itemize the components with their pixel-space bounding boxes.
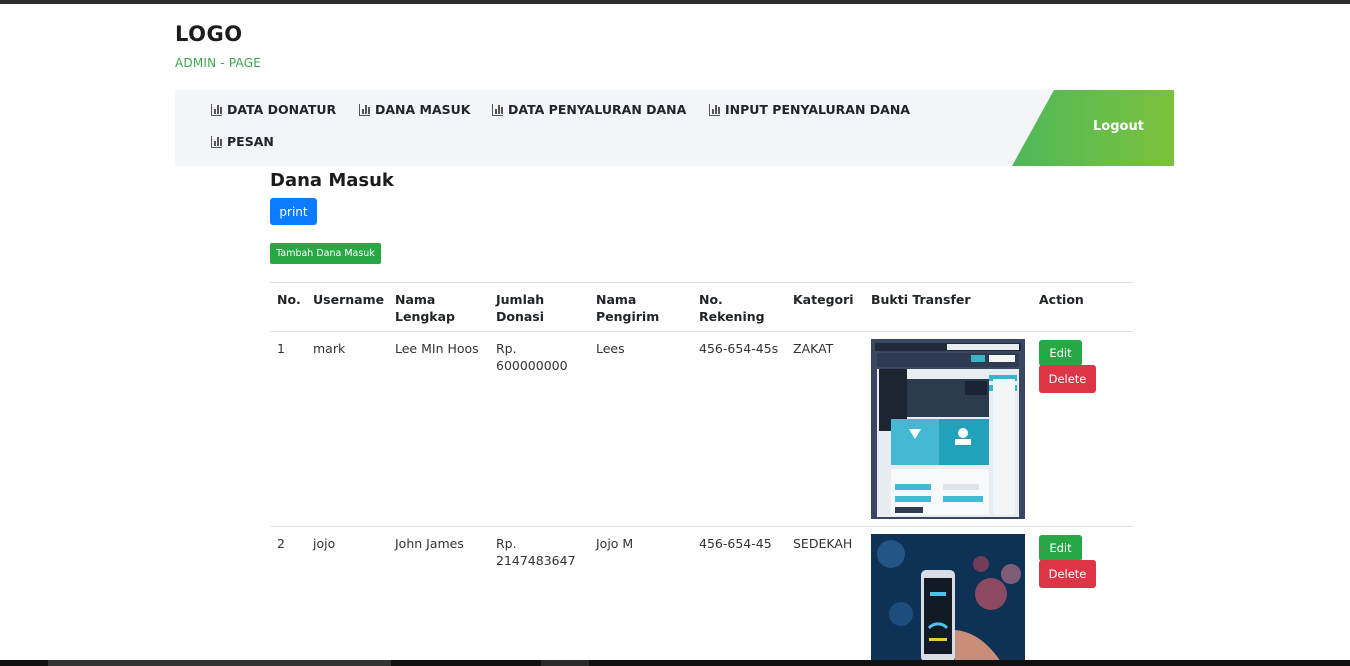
cell-no-rekening: 456-654-45s [699,341,779,356]
bar-chart-icon [211,103,222,116]
row-separator [270,526,1133,527]
scroll-segment [48,660,391,666]
cell-no: 1 [277,341,285,356]
dashboard-screenshot-image [871,339,1025,519]
bukti-transfer-image[interactable] [871,339,1025,519]
edit-button[interactable]: Edit [1039,340,1082,366]
column-header-no-rekening: No. Rekening [699,292,765,324]
bar-chart-icon [359,103,370,116]
add-dana-masuk-button[interactable]: Tambah Dana Masuk [270,243,381,264]
phone-speedometer-image [871,534,1025,662]
nav-item-label: DATA PENYALURAN DANA [508,102,687,117]
cell-nama-lengkap: John James [395,536,464,551]
nav-item-label: DANA MASUK [375,102,471,117]
column-header-kategori: Kategori [793,292,854,307]
column-header-action: Action [1039,292,1084,307]
nav-item-data-donatur[interactable]: DATA DONATUR [211,102,336,117]
cell-kategori: SEDEKAH [793,536,853,551]
cell-nama-lengkap: Lee MIn Hoos [395,341,479,356]
cell-username: jojo [313,536,336,551]
nav-item-pesan[interactable]: PESAN [211,134,274,149]
print-button[interactable]: print [270,198,317,225]
column-header-username: Username [313,292,385,307]
logout-button[interactable]: Logout [1093,119,1144,134]
bar-chart-icon [709,103,720,116]
cell-jumlah-donasi: Rp. 600000000 [496,341,568,373]
table-header-border [270,331,1133,332]
cell-nama-pengirim: Jojo M [596,536,634,551]
delete-button[interactable]: Delete [1039,365,1096,393]
browser-top-strip [0,0,1350,4]
cell-no-rekening: 456-654-45 [699,536,772,551]
page-title: Dana Masuk [270,170,394,191]
delete-button[interactable]: Delete [1039,560,1096,588]
site-logo[interactable]: LOGO [175,22,243,46]
cell-nama-pengirim: Lees [596,341,625,356]
nav-item-data-penyaluran-dana[interactable]: DATA PENYALURAN DANA [492,102,686,117]
nav-item-label: DATA DONATUR [227,102,337,117]
browser-bottom-strip [0,660,1350,666]
cell-kategori: ZAKAT [793,341,834,356]
column-header-nama-pengirim: Nama Pengirim [596,292,660,324]
nav-item-label: INPUT PENYALURAN DANA [725,102,910,117]
nav-item-label: PESAN [227,134,274,149]
nav-item-input-penyaluran-dana[interactable]: INPUT PENYALURAN DANA [709,102,910,117]
cell-username: mark [313,341,346,356]
bar-chart-icon [211,135,222,148]
nav-item-dana-masuk[interactable]: DANA MASUK [359,102,471,117]
scroll-segment [541,660,589,666]
admin-subtitle: ADMIN - PAGE [175,56,262,70]
column-header-jumlah-donasi: Jumlah Donasi [496,292,545,324]
bukti-transfer-image[interactable] [871,534,1025,662]
column-header-bukti-transfer: Bukti Transfer [871,292,971,307]
cell-jumlah-donasi: Rp. 2147483647 [496,536,576,568]
cell-no: 2 [277,536,285,551]
edit-button[interactable]: Edit [1039,535,1082,561]
bar-chart-icon [492,103,503,116]
table-top-border [270,282,1133,283]
column-header-no: No. [277,292,301,307]
column-header-nama-lengkap: Nama Lengkap [395,292,455,324]
